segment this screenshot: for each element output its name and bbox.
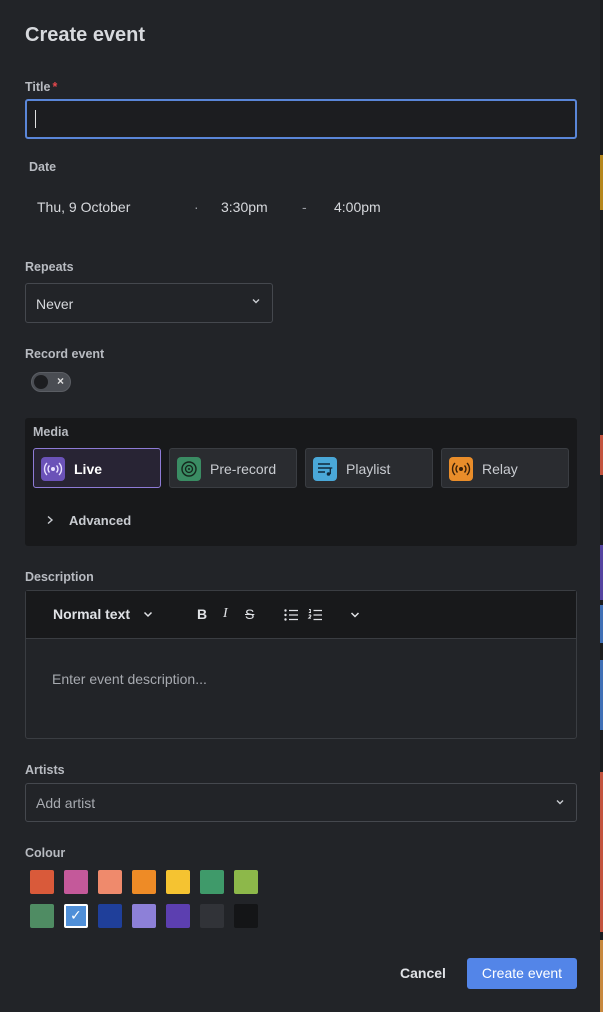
editor-toolbar: Normal text B I S	[26, 591, 576, 639]
colour-swatch[interactable]	[166, 870, 190, 894]
vinyl-record-icon	[177, 457, 201, 481]
colour-swatch[interactable]: ✓	[64, 904, 88, 928]
colour-swatch[interactable]	[132, 904, 156, 928]
media-label: Media	[33, 425, 69, 439]
bold-icon[interactable]: B	[197, 606, 207, 622]
date-picker[interactable]: Thu, 9 October	[37, 199, 130, 215]
colour-swatch[interactable]	[234, 870, 258, 894]
strikethrough-icon[interactable]: S	[245, 606, 254, 622]
end-time-picker[interactable]: 4:00pm	[334, 199, 381, 215]
artists-label: Artists	[25, 763, 65, 777]
modal-title: Create event	[25, 24, 146, 46]
create-event-modal: Create event Title * Date Thu, 9 October …	[0, 0, 600, 1012]
playlist-icon	[313, 457, 337, 481]
colour-swatch[interactable]	[30, 870, 54, 894]
colour-label: Colour	[25, 846, 66, 860]
media-option-label: Relay	[482, 461, 518, 477]
media-option-live[interactable]: Live	[33, 448, 161, 488]
numbered-list-icon[interactable]	[307, 607, 323, 623]
text-caret	[35, 110, 36, 128]
colour-swatch[interactable]	[200, 904, 224, 928]
chevron-down-icon	[556, 800, 564, 805]
date-separator: ·	[194, 199, 199, 215]
colour-swatch[interactable]	[98, 904, 122, 928]
text-style-value: Normal text	[53, 606, 131, 622]
artists-placeholder: Add artist	[36, 795, 96, 811]
artists-select[interactable]: Add artist	[25, 783, 577, 822]
cancel-button[interactable]: Cancel	[400, 965, 446, 981]
title-label: Title *	[25, 80, 57, 94]
description-placeholder: Enter event description...	[52, 671, 207, 687]
colour-swatch[interactable]	[166, 904, 190, 928]
repeats-value: Never	[36, 296, 74, 312]
repeats-label: Repeats	[25, 260, 74, 274]
advanced-label: Advanced	[69, 513, 132, 528]
title-label-text: Title	[25, 80, 51, 94]
media-option-playlist[interactable]: Playlist	[305, 448, 433, 488]
colour-swatch[interactable]	[98, 870, 122, 894]
chevron-right-icon	[47, 515, 54, 525]
bullet-list-icon[interactable]	[283, 607, 299, 623]
chevron-down-icon	[252, 299, 260, 304]
advanced-toggle[interactable]: Advanced	[45, 513, 131, 528]
text-style-dropdown[interactable]: Normal text	[53, 606, 154, 622]
relay-broadcast-icon	[449, 457, 473, 481]
live-broadcast-icon	[41, 457, 65, 481]
description-label: Description	[25, 570, 94, 584]
media-option-pre-record[interactable]: Pre-record	[169, 448, 297, 488]
colour-swatch[interactable]	[30, 904, 54, 928]
italic-icon[interactable]: I	[223, 606, 228, 622]
toggle-knob	[34, 375, 48, 389]
media-option-label: Pre-record	[210, 461, 277, 477]
media-option-relay[interactable]: Relay	[441, 448, 569, 488]
colour-swatch[interactable]	[64, 870, 88, 894]
description-editor[interactable]: Normal text B I S Enter event descriptio…	[25, 590, 577, 739]
close-icon: ×	[56, 374, 64, 388]
media-option-label: Live	[74, 461, 103, 477]
record-event-toggle[interactable]: ×	[31, 372, 71, 392]
media-option-label: Playlist	[346, 461, 391, 477]
colour-swatch[interactable]	[132, 870, 156, 894]
colour-swatch[interactable]	[234, 904, 258, 928]
required-mark: *	[52, 80, 58, 94]
chevron-down-icon	[143, 611, 152, 618]
date-label: Date	[29, 160, 57, 174]
time-separator: -	[302, 199, 307, 215]
title-input[interactable]	[25, 99, 577, 139]
create-event-button[interactable]: Create event	[467, 958, 577, 989]
checkmark-icon: ✓	[70, 907, 82, 923]
colour-swatch[interactable]	[200, 870, 224, 894]
start-time-picker[interactable]: 3:30pm	[221, 199, 268, 215]
more-options-chevron-icon[interactable]	[349, 609, 361, 621]
repeats-select[interactable]: Never	[25, 283, 273, 323]
record-event-label: Record event	[25, 347, 105, 361]
